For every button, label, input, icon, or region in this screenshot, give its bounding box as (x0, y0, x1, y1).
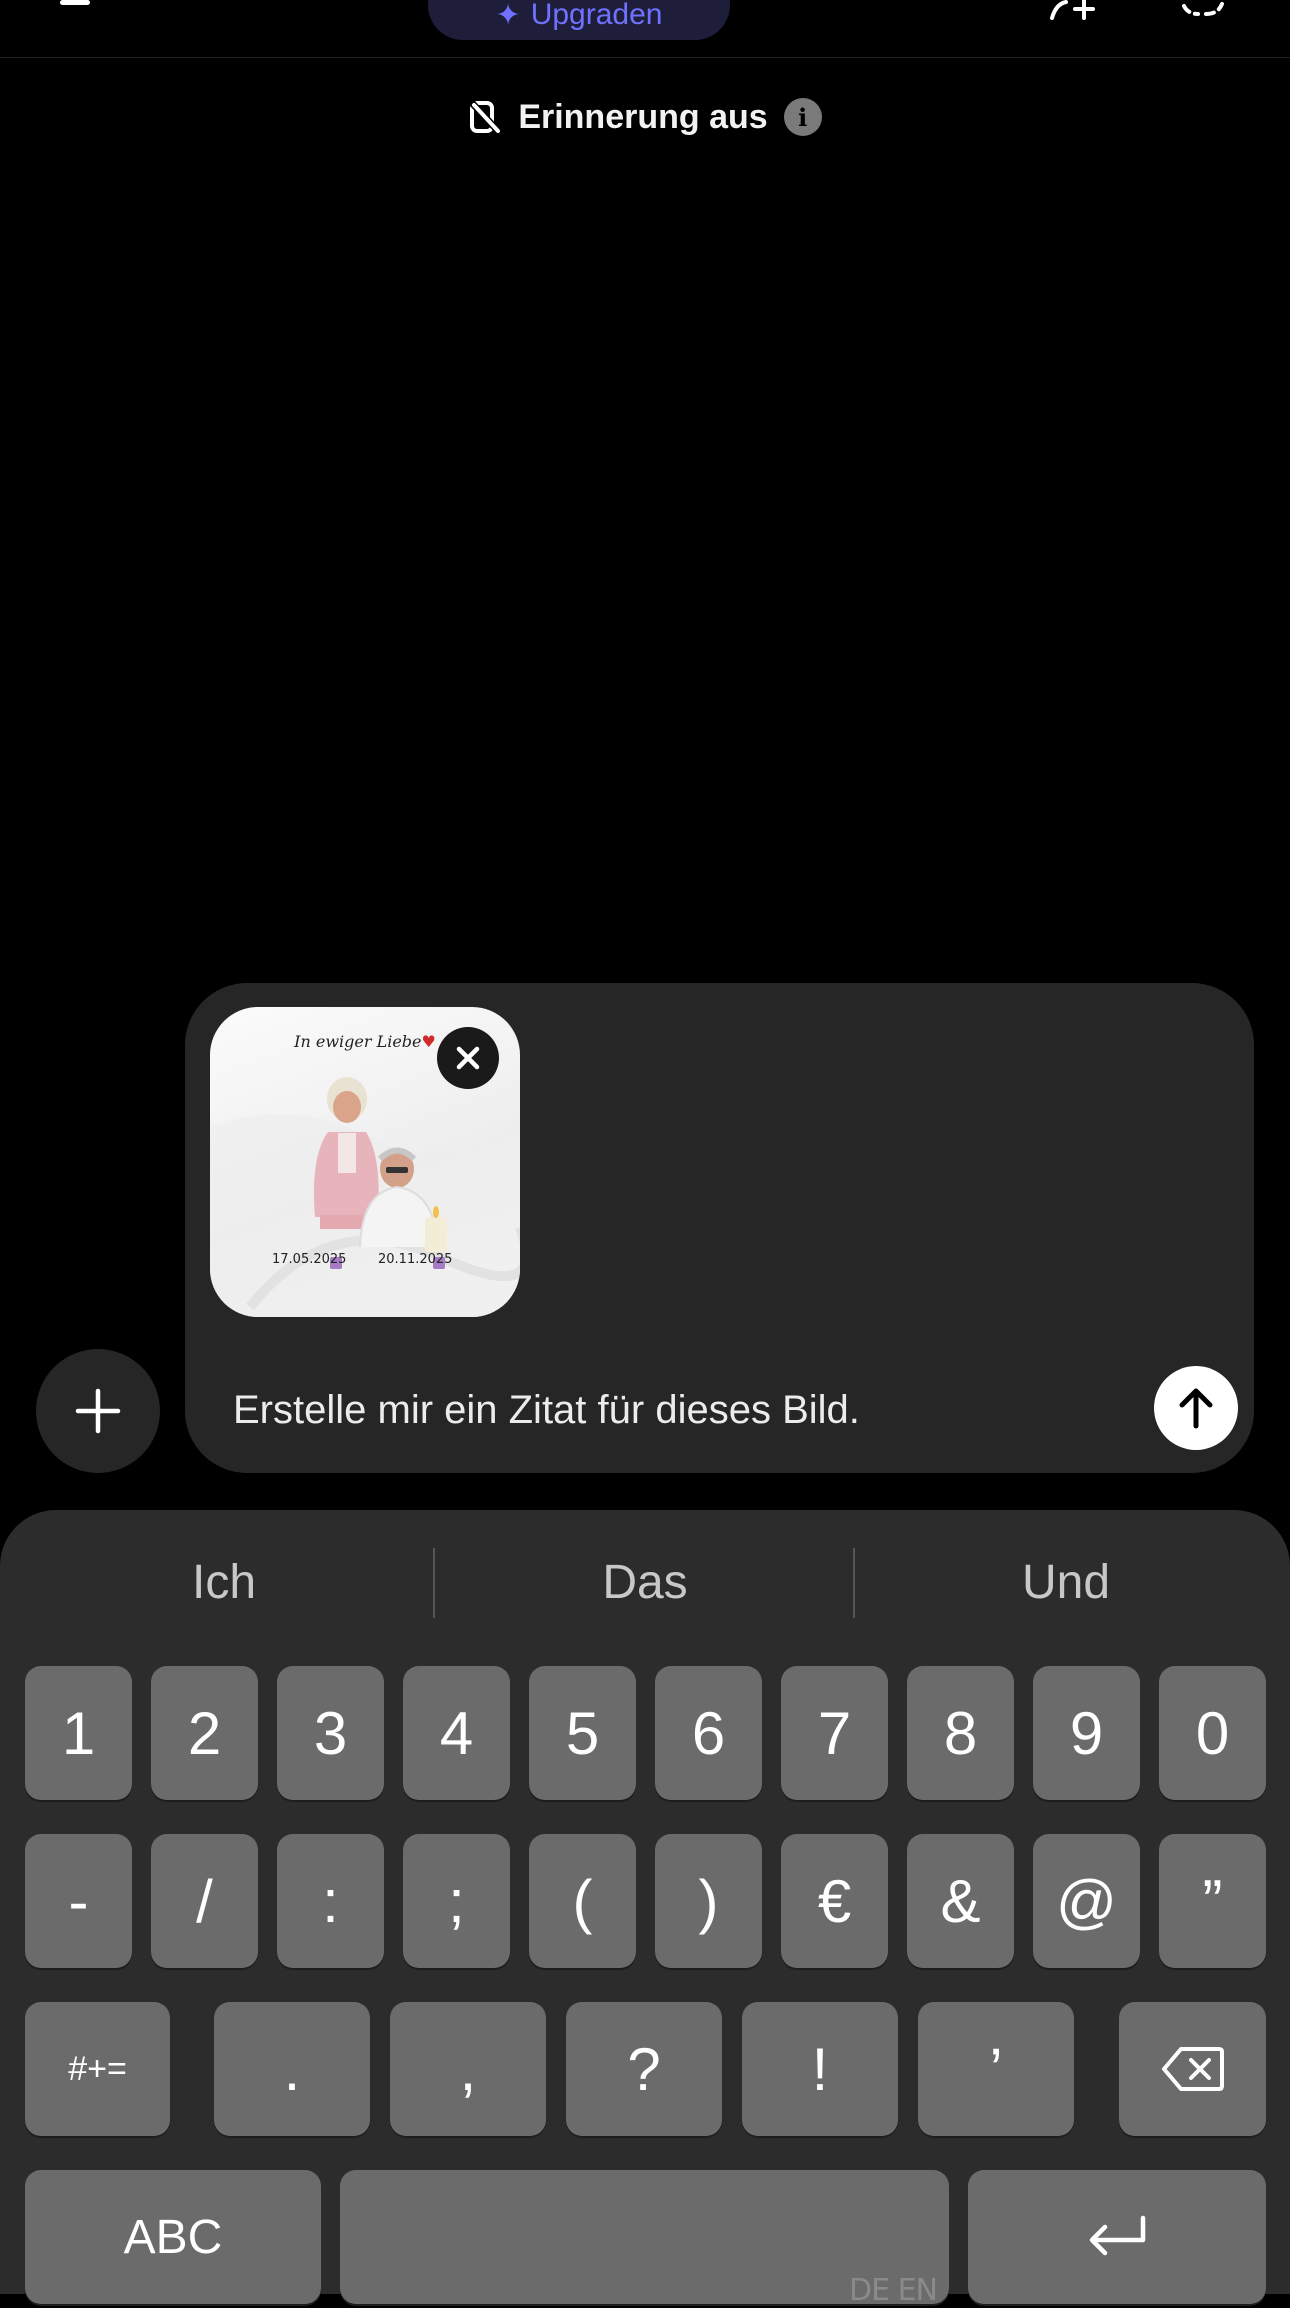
suggestion-1[interactable]: Ich (14, 1548, 434, 1618)
key-close-paren[interactable]: ) (655, 1834, 762, 1968)
menu-icon[interactable] (60, 0, 90, 8)
backspace-icon (1161, 2047, 1224, 2091)
key-1[interactable]: 1 (25, 1666, 132, 1800)
new-chat-icon[interactable] (1050, 0, 1096, 20)
abc-key[interactable]: ABC (25, 2170, 321, 2304)
return-key[interactable] (968, 2170, 1266, 2304)
key-7[interactable]: 7 (781, 1666, 888, 1800)
attachment-date-right: 20.11.2025 (378, 1252, 453, 1267)
key-6[interactable]: 6 (655, 1666, 762, 1800)
key-8[interactable]: 8 (907, 1666, 1014, 1800)
close-icon (456, 1046, 480, 1070)
key-exclamation[interactable]: ! (742, 2002, 898, 2136)
message-input[interactable]: Erstelle mir ein Zitat für dieses Bild. (233, 1380, 1133, 1440)
plus-icon (75, 1388, 121, 1434)
key-at[interactable]: @ (1033, 1834, 1140, 1968)
keyboard-language-indicator: DE EN (849, 2273, 938, 2308)
key-colon[interactable]: : (277, 1834, 384, 1968)
temporary-chat-icon[interactable] (1180, 0, 1226, 16)
key-apostrophe[interactable]: ’ (918, 2002, 1074, 2136)
info-icon[interactable]: i (783, 98, 822, 136)
key-3[interactable]: 3 (277, 1666, 384, 1800)
memory-status[interactable]: Erinnerung aus i (0, 92, 1290, 142)
key-quote[interactable]: ” (1159, 1834, 1266, 1968)
key-9[interactable]: 9 (1033, 1666, 1140, 1800)
key-comma[interactable]: , (390, 2002, 546, 2136)
return-icon (1089, 2215, 1146, 2256)
sparkle-icon: ✦ (495, 0, 521, 32)
remove-attachment-button[interactable] (437, 1027, 499, 1089)
key-open-paren[interactable]: ( (529, 1834, 636, 1968)
suggestion-3[interactable]: Und (856, 1548, 1276, 1618)
key-semicolon[interactable]: ; (403, 1834, 510, 1968)
key-5[interactable]: 5 (529, 1666, 636, 1800)
backspace-key[interactable] (1119, 2002, 1266, 2136)
memory-label: Erinnerung aus (518, 97, 768, 136)
space-key[interactable]: DE EN (340, 2170, 949, 2308)
key-0[interactable]: 0 (1159, 1666, 1266, 1800)
suggestion-2[interactable]: Das (435, 1548, 855, 1618)
arrow-up-icon (1179, 1388, 1213, 1429)
key-hyphen[interactable]: - (25, 1834, 132, 1968)
key-period[interactable]: . (214, 2002, 370, 2136)
key-ampersand[interactable]: & (907, 1834, 1014, 1968)
key-slash[interactable]: / (151, 1834, 258, 1968)
suggestion-divider (853, 1548, 855, 1618)
key-euro[interactable]: € (781, 1834, 888, 1968)
key-question[interactable]: ? (566, 2002, 722, 2136)
key-4[interactable]: 4 (403, 1666, 510, 1800)
upgrade-label: Upgraden (530, 0, 663, 31)
key-more-symbols[interactable]: #+= (25, 2002, 170, 2136)
key-2[interactable]: 2 (151, 1666, 258, 1800)
upgrade-button[interactable]: ✦ Upgraden (428, 0, 730, 40)
add-attachment-button[interactable] (36, 1349, 160, 1473)
attachment-date-left: 17.05.2025 (272, 1252, 347, 1267)
memory-off-icon (469, 100, 501, 134)
send-button[interactable] (1154, 1366, 1238, 1450)
